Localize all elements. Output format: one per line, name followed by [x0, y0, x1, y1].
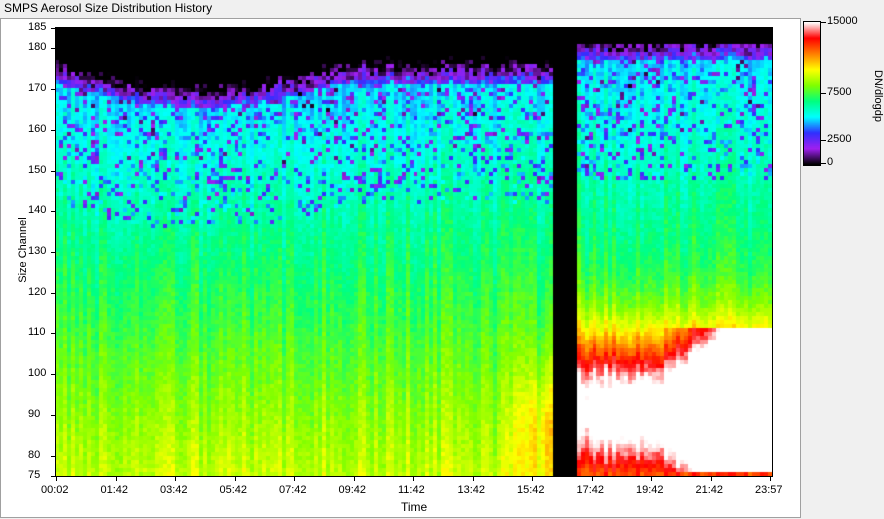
y-tick-mark [51, 333, 55, 334]
x-tick-label: 00:02 [41, 484, 69, 496]
y-tick-label: 90 [28, 407, 41, 420]
y-tick-label: 80 [28, 448, 41, 461]
y-tick-label: 180 [28, 41, 47, 54]
y-tick-label: 130 [28, 245, 47, 257]
y-tick-label: 160 [28, 122, 47, 135]
x-tick-label: 09:42 [338, 484, 367, 496]
x-tick-mark [770, 477, 771, 481]
y-tick-label: 110 [28, 326, 46, 339]
x-tick-mark [116, 477, 117, 481]
x-tick-label: 01:42 [100, 484, 129, 496]
colorbar-tick-label: 7500 [827, 85, 852, 98]
y-tick-mark [51, 476, 55, 477]
x-tick-mark [413, 477, 414, 481]
x-tick-label: 15:42 [517, 484, 545, 496]
x-tick-mark [532, 477, 533, 481]
x-axis-title: Time [401, 500, 428, 514]
x-tick-label: 11:42 [398, 484, 425, 496]
y-tick-mark [51, 252, 55, 253]
heatmap-image [56, 28, 772, 476]
y-tick-mark [51, 48, 55, 49]
x-tick-mark [294, 477, 295, 481]
y-tick-mark [51, 211, 55, 212]
y-tick-label: 120 [28, 285, 47, 298]
x-tick-label: 13:42 [457, 484, 486, 496]
y-tick-label: 185 [28, 21, 47, 33]
y-tick-label: 140 [28, 204, 47, 217]
x-tick-mark [651, 477, 652, 481]
colorbar-tick-label: 15000 [827, 15, 858, 27]
y-tick-mark [51, 293, 55, 294]
x-tick-mark [711, 477, 712, 481]
x-tick-label: 19:42 [636, 484, 664, 496]
y-tick-mark [51, 171, 55, 172]
y-tick-mark [51, 28, 55, 29]
colorbar-tick-label: 2500 [827, 132, 852, 145]
y-tick-mark [51, 456, 55, 457]
y-tick-label: 170 [28, 82, 47, 95]
x-tick-label: 05:42 [219, 484, 248, 496]
y-tick-mark [51, 415, 55, 416]
x-tick-mark [56, 477, 57, 481]
colorbar-tick-mark [821, 163, 826, 164]
x-tick-mark [235, 477, 236, 481]
colorbar-tick-label: 0 [827, 156, 834, 168]
x-tick-label: 03:42 [160, 484, 188, 496]
x-tick-mark [473, 477, 474, 481]
y-tick-mark [51, 374, 55, 375]
x-tick-mark [175, 477, 176, 481]
x-tick-label: 23:57 [755, 484, 783, 496]
y-tick-label: 150 [28, 163, 47, 176]
x-tick-label: 07:42 [279, 484, 307, 496]
colorbar-title: DN/dlogdp [872, 70, 884, 122]
colorbar-tick-mark [821, 140, 826, 141]
x-tick-label: 21:42 [695, 484, 724, 496]
y-tick-mark [51, 89, 55, 90]
colorbar-tick-mark [821, 22, 826, 23]
x-tick-mark [354, 477, 355, 481]
y-tick-mark [51, 130, 55, 131]
x-tick-mark [592, 477, 593, 481]
y-axis-title: Size Channel [17, 217, 29, 283]
colorbar-tick-mark [821, 93, 826, 94]
x-tick-label: 17:42 [576, 484, 605, 496]
y-tick-label: 100 [28, 367, 47, 380]
y-tick-label: 75 [28, 469, 41, 481]
colorbar [803, 21, 821, 166]
window-title: SMPS Aerosol Size Distribution History [4, 1, 213, 15]
